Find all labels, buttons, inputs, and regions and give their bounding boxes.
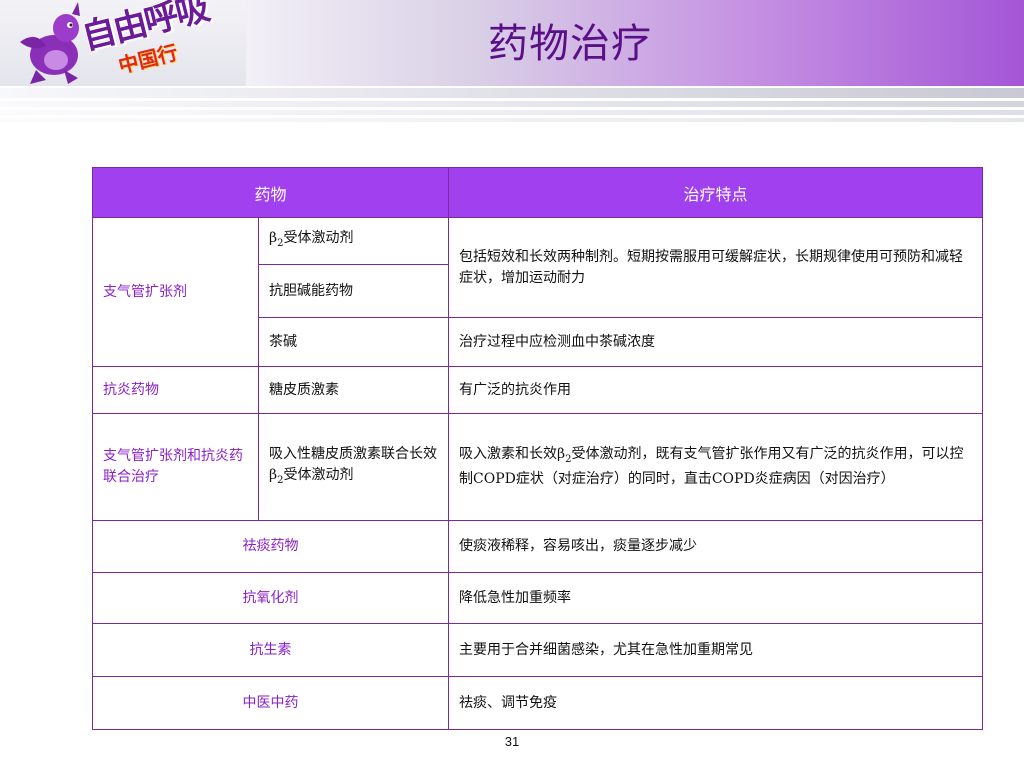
medication-table: 药物 治疗特点 支气管扩张剂 β2受体激动剂 包括短效和长效两种制剂。短期按需服… <box>91 167 984 730</box>
drug-cell: β2受体激动剂 <box>257 217 450 265</box>
feature-cell: 包括短效和长效两种制剂。短期按需服用可缓解症状，长期规律使用可预防和减轻症状，增… <box>448 217 984 318</box>
drug-text: 受体激动剂 <box>283 230 354 247</box>
table-header-row: 药物 治疗特点 <box>91 167 984 218</box>
logo-wordmark: 自由呼吸 中国行 <box>78 0 238 82</box>
category-cell: 抗炎药物 <box>92 366 259 414</box>
table-row: 支气管扩张剂 β2受体激动剂 包括短效和长效两种制剂。短期按需服用可缓解症状，长… <box>92 217 984 367</box>
drug-cell: 茶碱 <box>257 317 450 367</box>
table-row: 抗生素 主要用于合并细菌感染，尤其在急性加重期常见 <box>91 623 984 677</box>
drug-cell: 糖皮质激素 <box>257 366 450 414</box>
feature-cell: 吸入激素和长效β2受体激动剂，既有支气管扩张作用又有广泛的抗炎作用，可以控制CO… <box>448 413 984 521</box>
feature-text: 吸入激素和长效β <box>459 445 566 462</box>
table-row: 支气管扩张剂和抗炎药联合治疗 吸入性糖皮质激素联合长效β2受体激动剂 吸入激素和… <box>92 413 984 521</box>
drug-cell: 吸入性糖皮质激素联合长效β2受体激动剂 <box>257 413 450 521</box>
decorative-stripe <box>0 110 1024 115</box>
category-cell: 抗生素 <box>91 623 450 677</box>
decorative-stripe <box>0 118 1024 122</box>
category-cell: 支气管扩张剂和抗炎药联合治疗 <box>92 413 259 521</box>
table-row: 抗氧化剂 降低急性加重频率 <box>91 572 984 624</box>
decorative-stripe <box>0 88 1024 98</box>
feature-cell: 治疗过程中应检测血中茶碱浓度 <box>448 317 984 367</box>
table-row: 抗炎药物 糖皮质激素 有广泛的抗炎作用 <box>92 366 984 414</box>
table-row: 中医中药 祛痰、调节免疫 <box>91 676 984 730</box>
feature-cell: 降低急性加重频率 <box>448 572 984 624</box>
column-header-drug: 药物 <box>91 167 450 218</box>
page-number: 31 <box>504 734 520 749</box>
logo: 自由呼吸 中国行 <box>0 0 246 86</box>
category-cell: 支气管扩张剂 <box>92 217 259 367</box>
feature-cell: 祛痰、调节免疫 <box>448 676 984 730</box>
feature-cell: 使痰液稀释，容易咳出，痰量逐步减少 <box>448 520 984 573</box>
feature-cell: 有广泛的抗炎作用 <box>448 366 984 414</box>
page-title: 药物治疗 <box>488 21 652 67</box>
column-header-feature: 治疗特点 <box>448 167 984 218</box>
drug-text: β <box>269 230 278 247</box>
category-cell: 中医中药 <box>91 676 450 730</box>
category-cell: 祛痰药物 <box>91 520 450 573</box>
decorative-stripe <box>0 101 1024 107</box>
drug-cell: 抗胆碱能药物 <box>257 264 450 318</box>
category-cell: 抗氧化剂 <box>91 572 450 624</box>
drug-text: 受体激动剂 <box>283 466 354 483</box>
table-row: 祛痰药物 使痰液稀释，容易咳出，痰量逐步减少 <box>91 520 984 573</box>
feature-cell: 主要用于合并细菌感染，尤其在急性加重期常见 <box>448 623 984 677</box>
